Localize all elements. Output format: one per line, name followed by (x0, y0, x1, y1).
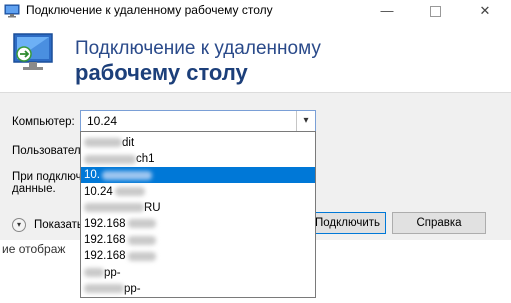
dropdown-item-label: ch1 (84, 151, 155, 167)
dropdown-item-label: pp- (84, 265, 121, 281)
redacted-blur (127, 251, 156, 261)
dropdown-item[interactable]: 10.24 (81, 184, 315, 200)
dropdown-item[interactable]: 192.168 (81, 232, 315, 248)
dropdown-item-label: 192.168 (84, 232, 156, 248)
redacted-blur (84, 268, 104, 278)
dropdown-item[interactable]: 192.168 (81, 248, 315, 264)
minimize-button[interactable]: — (372, 0, 402, 22)
dropdown-item-label: 10.24 (84, 184, 145, 200)
connect-button[interactable]: Подключить (310, 212, 386, 234)
window-title: Подключение к удаленному рабочему столу (26, 3, 273, 17)
dropdown-item-text: RU (144, 201, 161, 214)
redacted-blur (102, 170, 152, 180)
remote-desktop-logo-icon (13, 33, 53, 70)
dropdown-item-text: pp- (104, 266, 121, 279)
redacted-blur (84, 203, 144, 213)
redacted-blur (114, 187, 145, 197)
credentials-note-line1: При подключе (12, 171, 88, 183)
redacted-blur (84, 284, 124, 294)
dropdown-item[interactable]: RU (81, 200, 315, 216)
dropdown-item-text: 192.168 (84, 234, 126, 247)
close-button[interactable]: ✕ (470, 0, 500, 22)
help-button[interactable]: Справка (392, 212, 486, 234)
computer-input-value[interactable]: 10.24 (87, 114, 117, 128)
dropdown-item-text: 10. (84, 169, 100, 182)
redacted-blur (84, 154, 136, 164)
header-separator (0, 92, 511, 93)
user-label: Пользователь (12, 145, 87, 157)
dropdown-item-label: 192.168 (84, 248, 156, 264)
title-bar: Подключение к удаленному рабочему столу … (0, 0, 511, 22)
banner-title-line2: рабочему столу (75, 60, 248, 85)
computer-combobox[interactable]: 10.24 ▾ (80, 110, 316, 132)
redacted-blur (127, 235, 156, 245)
dropdown-item-text: 192.168 (84, 250, 126, 263)
dropdown-item[interactable]: ch1 (81, 151, 315, 167)
redacted-blur (84, 138, 122, 148)
dropdown-item-text: pp- (124, 282, 141, 295)
dropdown-item-label: pp- (84, 281, 141, 297)
dropdown-item-text: 192.168 (84, 218, 126, 230)
expand-options-icon[interactable]: ▾ (12, 218, 26, 232)
dropdown-item-label: dit (84, 135, 134, 151)
maximize-icon (429, 6, 441, 17)
header-banner: Подключение к удаленному рабочему столу (0, 22, 511, 92)
dropdown-item[interactable]: pp- (81, 281, 315, 297)
dropdown-item[interactable]: dit (81, 135, 315, 151)
dropdown-item-text: dit (122, 137, 135, 149)
show-options-link[interactable]: Показать (34, 219, 83, 231)
background-window-text: ие отображ (2, 242, 66, 256)
dropdown-item-text: ch1 (136, 153, 155, 166)
computer-label: Компьютер: (12, 116, 75, 128)
redacted-blur (127, 219, 156, 229)
computer-history-dropdown[interactable]: dit ch1 10. 10.24 RU 192.168 192.168 192.168 pp-… (80, 131, 316, 298)
dropdown-item[interactable]: pp- (81, 265, 315, 281)
credentials-note-line2: данные. (12, 183, 56, 195)
dropdown-item-text: 10.24 (84, 185, 113, 198)
dropdown-item-label: 192.168 (84, 216, 156, 232)
dropdown-item-label: RU (84, 200, 161, 216)
dropdown-item-label: 10. (84, 167, 152, 183)
maximize-button[interactable] (420, 0, 450, 22)
dropdown-item[interactable]: 10. (81, 167, 315, 184)
chevron-down-icon[interactable]: ▾ (296, 111, 315, 131)
dropdown-item[interactable]: 192.168 (81, 216, 315, 232)
remote-desktop-icon (4, 4, 20, 18)
banner-title-line1: Подключение к удаленному (75, 38, 321, 59)
